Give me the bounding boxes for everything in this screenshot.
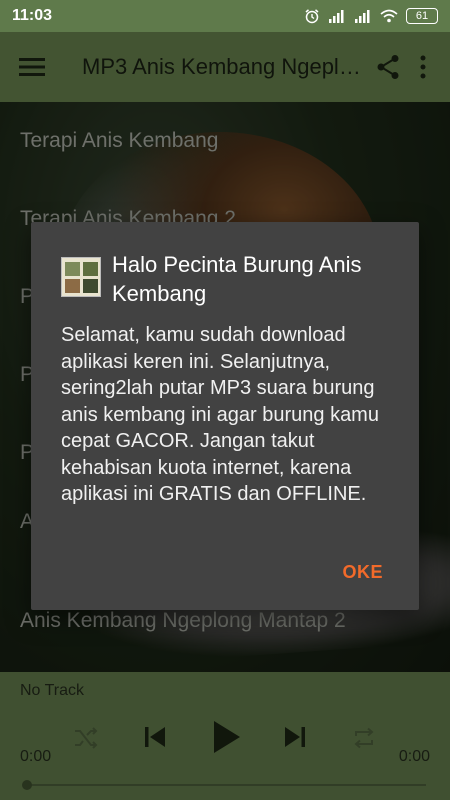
status-icons: 61 [304, 8, 438, 24]
dialog-title: Halo Pecinta Burung Anis Kembang [112, 252, 362, 306]
signal-icon [355, 10, 370, 23]
signal-icon [329, 10, 344, 23]
app-icon [61, 257, 101, 297]
dialog-message: Selamat, kamu sudah download aplikasi ke… [61, 324, 379, 505]
battery-icon: 61 [406, 8, 438, 24]
status-bar: 11:03 61 [0, 0, 450, 32]
welcome-dialog: Halo Pecinta Burung Anis Kembang Selamat… [31, 222, 419, 610]
ok-button[interactable]: OKE [342, 562, 383, 583]
status-time: 11:03 [12, 7, 53, 24]
wifi-icon [380, 9, 398, 23]
alarm-icon [305, 9, 319, 24]
